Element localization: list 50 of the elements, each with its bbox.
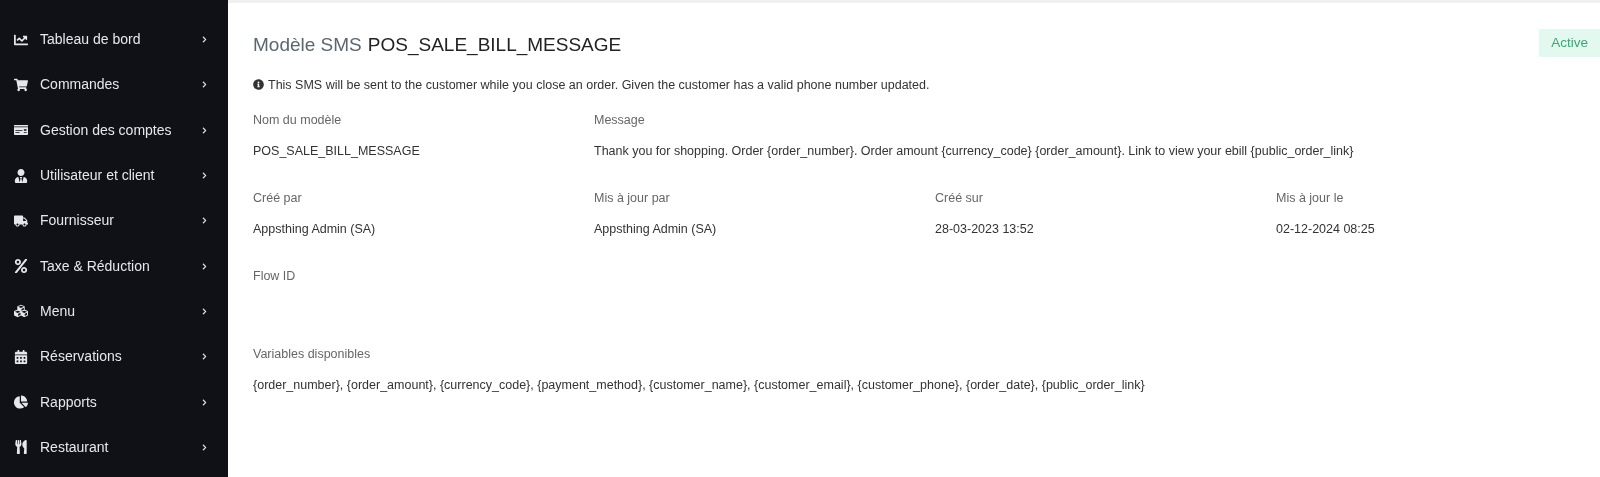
chevron-right-icon xyxy=(201,398,208,406)
sidebar-item[interactable]: Menu xyxy=(0,288,228,335)
field-value: Appsthing Admin (SA) xyxy=(594,221,718,239)
chevron-right-icon xyxy=(201,262,208,270)
sidebar-item[interactable]: Utilisateur et client xyxy=(0,152,228,199)
field-label: Créé sur xyxy=(935,190,984,208)
chevron-right-icon xyxy=(201,353,208,361)
utensils-icon xyxy=(14,440,28,455)
field-value: 28-03-2023 13:52 xyxy=(935,221,1035,239)
cart-icon xyxy=(14,77,28,92)
chevron-right-icon xyxy=(201,443,208,451)
field-value: POS_SALE_BILL_MESSAGE xyxy=(253,143,421,161)
calendar-icon xyxy=(14,349,28,364)
field-label: Variables disponibles xyxy=(253,346,372,364)
info-text: This SMS will be sent to the customer while you close an order. Given the customer has a valid phone number updated. xyxy=(268,76,930,94)
template-name: POS_SALE_BILL_MESSAGE xyxy=(367,33,622,58)
field-value: Appsthing Admin (SA) xyxy=(253,221,377,239)
pie-chart-icon xyxy=(14,395,28,409)
user-icon xyxy=(14,168,28,183)
chevron-right-icon xyxy=(201,36,208,44)
truck-icon xyxy=(14,213,28,228)
status-badge: Active xyxy=(1539,29,1600,58)
page-title-prefix: Modèle SMS xyxy=(253,33,362,57)
card-icon xyxy=(14,123,28,138)
percent-icon xyxy=(14,259,28,274)
chevron-right-icon xyxy=(201,81,208,89)
sidebar-item[interactable]: Taxe & Réduction xyxy=(0,243,228,289)
chevron-right-icon xyxy=(201,172,208,180)
sidebar-item[interactable]: Gestion des comptes xyxy=(0,107,228,153)
field-value: {order_number}, {order_amount}, {currency_code}, {payment_method}, {customer_name}, {customer_email}, {customer_phone}, {order_date}, {public_order_link} xyxy=(253,377,1146,395)
field-value: Thank you for shopping. Order {order_number}. Order amount {currency_code} {order_amount}. Link to view your ebill {public_order_link} xyxy=(594,143,1355,161)
sidebar-item[interactable]: Commandes xyxy=(0,62,228,108)
sidebar-item[interactable]: Réservations xyxy=(0,334,228,380)
sidebar-item[interactable]: Fournisseur xyxy=(0,198,228,244)
sidebar-item[interactable]: Restaurant xyxy=(0,424,228,470)
field-label: Flow ID xyxy=(253,268,297,286)
info-icon xyxy=(253,79,264,91)
chevron-right-icon xyxy=(201,217,208,225)
field-label: Mis à jour le xyxy=(1276,190,1345,208)
cubes-icon xyxy=(14,304,28,319)
field-label: Mis à jour par xyxy=(594,190,671,208)
field-label: Nom du modèle xyxy=(253,112,343,130)
sidebar-item[interactable]: Tableau de bord xyxy=(0,17,228,63)
chevron-right-icon xyxy=(201,126,208,134)
sidebar-item[interactable]: Rapports xyxy=(0,379,228,425)
chevron-right-icon xyxy=(201,307,208,315)
field-label: Message xyxy=(594,112,646,130)
field-value: 02-12-2024 08:25 xyxy=(1276,221,1376,239)
chart-line-icon xyxy=(14,32,28,47)
field-label: Créé par xyxy=(253,190,303,208)
